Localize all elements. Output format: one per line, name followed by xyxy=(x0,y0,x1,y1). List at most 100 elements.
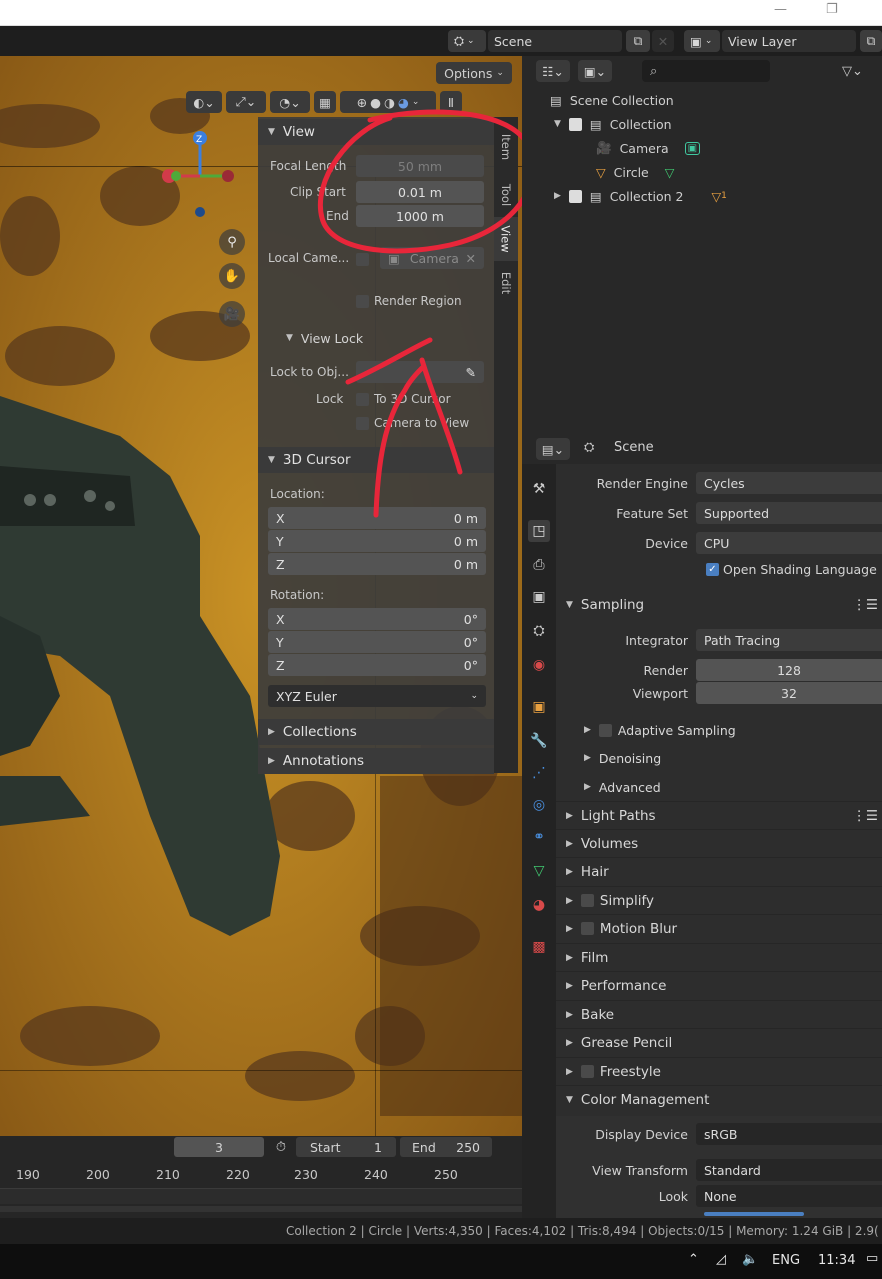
new-scene-icon[interactable]: ⧉ xyxy=(626,30,650,52)
scrollbar[interactable] xyxy=(704,1212,804,1216)
rotation-y-field[interactable]: Y 0° xyxy=(268,631,486,653)
osl-checkbox[interactable]: ✓ xyxy=(706,562,719,576)
scene-type-dropdown[interactable]: ⛭ ⌄ xyxy=(448,30,486,52)
feature-set-dropdown[interactable]: Supported xyxy=(696,502,882,524)
filter-funnel-icon[interactable]: ▽⌄ xyxy=(842,60,878,82)
checkbox-icon[interactable] xyxy=(568,189,582,203)
data-tab-icon[interactable]: ▽ xyxy=(528,860,550,882)
options-dropdown[interactable]: Options ⌄ xyxy=(436,62,512,84)
hair-header[interactable]: ▶ Hair xyxy=(556,857,882,885)
denoising-header[interactable]: ▶ Denoising xyxy=(556,744,882,772)
display-device-dropdown[interactable]: sRGB xyxy=(696,1123,882,1145)
output-tab-icon[interactable]: ⎙ xyxy=(528,554,550,576)
outliner-search-input[interactable]: ⌕ xyxy=(642,60,770,82)
outliner-row-collection-2[interactable]: ▶ ▤ Collection 2 ▽ 1 xyxy=(554,185,727,207)
adaptive-sampling-header[interactable]: ▶ Adaptive Sampling xyxy=(556,716,882,744)
collections-panel-header[interactable]: ▶ Collections xyxy=(258,719,494,745)
performance-header[interactable]: ▶ Performance xyxy=(556,971,882,999)
motion-blur-checkbox[interactable] xyxy=(580,922,594,935)
film-header[interactable]: ▶ Film xyxy=(556,943,882,971)
timeline-track[interactable] xyxy=(0,1188,522,1204)
scene-tab-icon[interactable]: ⛭ xyxy=(528,620,550,642)
view-layer-selector[interactable]: View Layer xyxy=(722,30,856,52)
stopwatch-icon[interactable]: ⏱ xyxy=(270,1137,292,1157)
notification-icon[interactable]: ▭ xyxy=(866,1251,878,1266)
annotations-panel-header[interactable]: ▶ Annotations xyxy=(258,748,494,774)
scene-icon: ⛭ xyxy=(454,33,465,48)
mesh-data-icon[interactable]: ▽ xyxy=(665,165,675,180)
outliner-row-scene-collection[interactable]: ▤ Scene Collection xyxy=(550,89,674,111)
constraints-tab-icon[interactable]: ⚭ xyxy=(528,826,550,848)
viewport-samples-field[interactable]: 32 xyxy=(696,682,882,704)
copy-view-layer-icon[interactable]: ⧉ xyxy=(860,30,882,52)
freestyle-header[interactable]: ▶ Freestyle xyxy=(556,1057,882,1085)
motion-blur-header[interactable]: ▶ Motion Blur xyxy=(556,914,882,942)
material-tab-icon[interactable]: ◕ xyxy=(528,894,550,916)
light-paths-header[interactable]: ▶ Light Paths ⋮☰ xyxy=(556,801,882,829)
minimize-button[interactable]: — xyxy=(774,2,787,17)
timeline-scrollbar[interactable] xyxy=(0,1206,522,1212)
sampling-panel-header[interactable]: ▼ Sampling ⋮☰ xyxy=(556,591,882,619)
restore-button[interactable]: ❐ xyxy=(826,2,838,17)
location-z-field[interactable]: Z 0 m xyxy=(268,553,486,575)
start-frame-field[interactable]: Start 1 xyxy=(296,1137,396,1157)
grease-pencil-header[interactable]: ▶ Grease Pencil xyxy=(556,1028,882,1056)
current-frame-field[interactable]: 3 xyxy=(174,1137,264,1157)
object-tab-icon[interactable]: ▣ xyxy=(528,696,550,718)
outliner-row-circle[interactable]: ▽ Circle ▽ xyxy=(596,161,674,183)
drag-handle-icon[interactable]: ⋮☰ xyxy=(852,597,878,613)
language-indicator[interactable]: ENG xyxy=(772,1253,800,1268)
simplify-header[interactable]: ▶ Simplify xyxy=(556,886,882,914)
chevron-up-icon[interactable]: ⌃ xyxy=(688,1252,699,1267)
rotation-x-field[interactable]: X 0° xyxy=(268,608,486,630)
view-transform-dropdown[interactable]: Standard xyxy=(696,1159,882,1181)
visibility-icon[interactable]: ◐⌄ xyxy=(186,91,222,113)
world-tab-icon[interactable]: ◉ xyxy=(528,654,550,676)
outliner-display-mode-icon[interactable]: ☷⌄ xyxy=(536,60,570,82)
adaptive-sampling-checkbox[interactable] xyxy=(598,723,612,737)
wifi-icon[interactable]: ◿ xyxy=(716,1252,726,1267)
integrator-value: Path Tracing xyxy=(704,632,781,648)
rotation-mode-dropdown[interactable]: XYZ Euler ⌄ xyxy=(268,685,486,707)
physics-tab-icon[interactable]: ◎ xyxy=(528,794,550,816)
pan-hand-icon[interactable]: ✋ xyxy=(219,263,245,289)
gizmo-icon[interactable]: ⤢⌄ xyxy=(226,91,266,113)
bake-header[interactable]: ▶ Bake xyxy=(556,1000,882,1028)
camera-data-icon[interactable]: ▣ xyxy=(684,141,701,155)
clock[interactable]: 11:34 xyxy=(818,1253,855,1268)
modifier-tab-icon[interactable]: 🔧 xyxy=(528,730,550,752)
outliner-row-collection[interactable]: ▼ ▤ Collection xyxy=(554,113,672,135)
render-engine-dropdown[interactable]: Cycles xyxy=(696,472,882,494)
scene-selector[interactable]: Scene xyxy=(488,30,622,52)
location-y-field[interactable]: Y 0 m xyxy=(268,530,486,552)
checkbox-icon[interactable] xyxy=(568,117,582,131)
view-layer-tab-icon[interactable]: ▣ xyxy=(528,586,550,608)
view-layer-icon[interactable]: ▣ ⌄ xyxy=(684,30,720,52)
color-management-header[interactable]: ▼ Color Management xyxy=(556,1085,882,1113)
zoom-icon[interactable]: ⚲ xyxy=(219,229,245,255)
look-dropdown[interactable]: None xyxy=(696,1185,882,1207)
render-samples-field[interactable]: 128 xyxy=(696,659,882,681)
freestyle-checkbox[interactable] xyxy=(580,1065,594,1078)
editor-type-icon[interactable]: ▤⌄ xyxy=(536,438,570,460)
outliner-row-camera[interactable]: 🎥 Camera ▣ xyxy=(596,137,701,159)
render-tab-icon[interactable]: ◳ xyxy=(528,520,550,542)
drag-handle-icon[interactable]: ⋮☰ xyxy=(852,808,878,824)
end-frame-field[interactable]: End 250 xyxy=(400,1137,492,1157)
navigation-gizmo[interactable]: Z xyxy=(160,128,240,218)
device-dropdown[interactable]: CPU xyxy=(696,532,882,554)
speaker-icon[interactable]: 🔈 xyxy=(742,1252,758,1267)
rotation-z-field[interactable]: Z 0° xyxy=(268,654,486,676)
outliner-filter-icon[interactable]: ▣⌄ xyxy=(578,60,612,82)
tick-label: 230 xyxy=(294,1167,318,1182)
camera-view-icon[interactable]: 🎥 xyxy=(219,301,245,327)
close-icon[interactable]: ✕ xyxy=(652,30,674,52)
volumes-header[interactable]: ▶ Volumes xyxy=(556,829,882,857)
particles-tab-icon[interactable]: ⋰ xyxy=(528,762,550,784)
integrator-dropdown[interactable]: Path Tracing xyxy=(696,629,882,651)
advanced-header[interactable]: ▶ Advanced xyxy=(556,773,882,801)
tool-tab-icon[interactable]: ⚒ xyxy=(528,478,550,500)
simplify-checkbox[interactable] xyxy=(580,894,594,907)
timeline-ruler[interactable]: 190 200 210 220 230 240 250 xyxy=(0,1164,522,1186)
texture-tab-icon[interactable]: ▩ xyxy=(528,936,550,958)
